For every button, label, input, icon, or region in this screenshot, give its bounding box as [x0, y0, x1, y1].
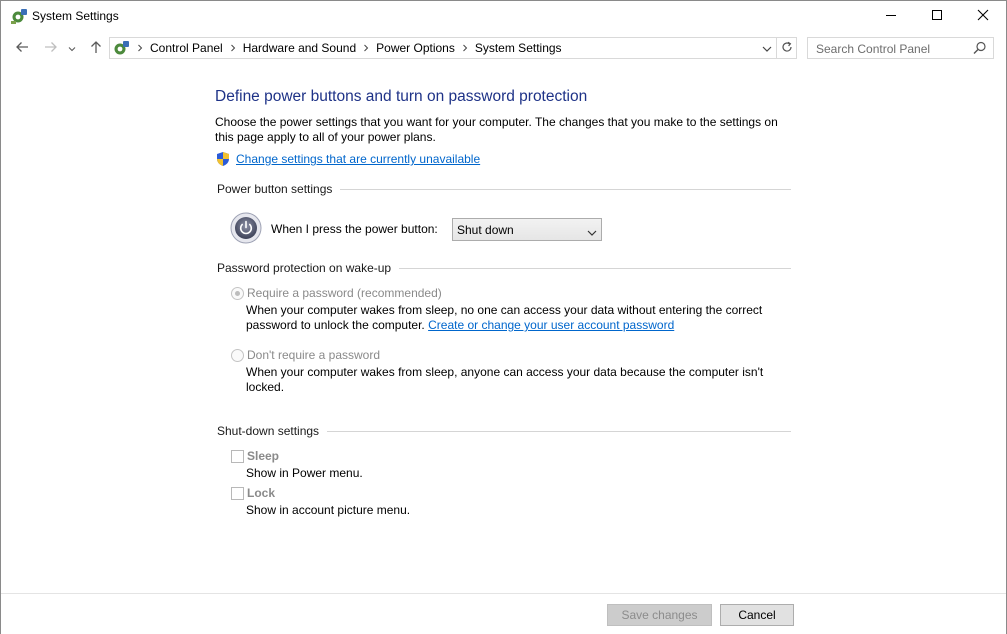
navigation-bar: Control Panel Hardware and Sound Power O…	[1, 32, 1006, 65]
breadcrumb-chevron-icon[interactable]	[457, 38, 473, 58]
back-arrow-icon	[15, 41, 29, 56]
section-power-button-settings: Power button settings	[217, 181, 791, 197]
change-settings-link[interactable]: Change settings that are currently unava…	[236, 152, 480, 166]
close-button[interactable]	[960, 1, 1006, 32]
section-divider	[327, 430, 791, 432]
forward-arrow-icon	[44, 41, 58, 56]
section-password-protection: Password protection on wake-up	[217, 260, 791, 276]
sleep-description: Show in Power menu.	[246, 466, 363, 480]
section-shutdown-settings: Shut-down settings	[217, 423, 791, 439]
address-history-button[interactable]	[758, 38, 776, 58]
power-button-action-value: Shut down	[457, 223, 514, 237]
save-changes-button[interactable]: Save changes	[607, 604, 712, 626]
no-password-label[interactable]: Don't require a password	[247, 348, 380, 362]
section-divider	[399, 267, 791, 269]
maximize-icon	[931, 9, 943, 24]
refresh-icon	[781, 41, 793, 56]
minimize-button[interactable]	[868, 1, 914, 32]
refresh-button[interactable]	[776, 38, 796, 58]
page-intro: Choose the power settings that you want …	[215, 115, 778, 144]
address-bar[interactable]: Control Panel Hardware and Sound Power O…	[109, 37, 797, 59]
maximize-button[interactable]	[914, 1, 960, 32]
chevron-down-icon	[587, 226, 597, 236]
window: System Settings Control Panel Hardware a…	[0, 0, 1007, 634]
require-password-label[interactable]: Require a password (recommended)	[247, 286, 442, 300]
cancel-button[interactable]: Cancel	[720, 604, 794, 626]
title-bar: System Settings	[1, 1, 1006, 32]
dropdown-chevron-icon	[762, 41, 772, 55]
search-icon[interactable]	[973, 41, 987, 55]
control-panel-icon	[10, 8, 28, 25]
breadcrumb-chevron-icon[interactable]	[225, 38, 241, 58]
breadcrumb-power-options[interactable]: Power Options	[374, 41, 457, 55]
breadcrumb-chevron-icon[interactable]	[358, 38, 374, 58]
section-label: Password protection on wake-up	[217, 261, 392, 275]
forward-button[interactable]	[40, 38, 62, 58]
back-button[interactable]	[11, 38, 33, 58]
main-content: Define power buttons and turn on passwor…	[1, 65, 1006, 593]
breadcrumb-hardware-and-sound[interactable]: Hardware and Sound	[241, 41, 358, 55]
change-password-link[interactable]: Create or change your user account passw…	[428, 318, 674, 332]
section-label: Power button settings	[217, 182, 333, 196]
window-title: System Settings	[32, 9, 119, 23]
up-button[interactable]	[85, 38, 107, 58]
breadcrumb: Control Panel Hardware and Sound Power O…	[132, 38, 564, 58]
breadcrumb-system-settings[interactable]: System Settings	[473, 41, 564, 55]
uac-shield-icon	[215, 151, 231, 167]
lock-label[interactable]: Lock	[247, 486, 275, 500]
search-input[interactable]: Search Control Panel	[807, 37, 994, 59]
sleep-label[interactable]: Sleep	[247, 449, 279, 463]
no-password-description: When your computer wakes from sleep, any…	[246, 365, 764, 394]
no-password-radio[interactable]	[231, 349, 244, 362]
footer: Save changes Cancel	[1, 593, 1006, 634]
control-panel-icon	[112, 39, 130, 57]
power-button-label: When I press the power button:	[271, 222, 438, 236]
require-password-description: When your computer wakes from sleep, no …	[246, 303, 786, 333]
minimize-icon	[885, 9, 897, 24]
sleep-checkbox[interactable]	[231, 450, 244, 463]
power-icon	[230, 212, 262, 244]
power-button-action-select[interactable]: Shut down	[452, 218, 602, 241]
page-title: Define power buttons and turn on passwor…	[215, 88, 588, 105]
recent-locations-button[interactable]	[64, 38, 80, 58]
lock-checkbox[interactable]	[231, 487, 244, 500]
search-placeholder: Search Control Panel	[816, 42, 931, 56]
recent-chevron-icon	[68, 41, 76, 55]
section-divider	[340, 188, 791, 190]
require-password-radio[interactable]	[231, 287, 244, 300]
breadcrumb-control-panel[interactable]: Control Panel	[148, 41, 225, 55]
lock-description: Show in account picture menu.	[246, 503, 411, 517]
breadcrumb-chevron-icon[interactable]	[132, 38, 148, 58]
close-icon	[977, 9, 989, 24]
section-label: Shut-down settings	[217, 424, 320, 438]
up-arrow-icon	[90, 40, 102, 57]
